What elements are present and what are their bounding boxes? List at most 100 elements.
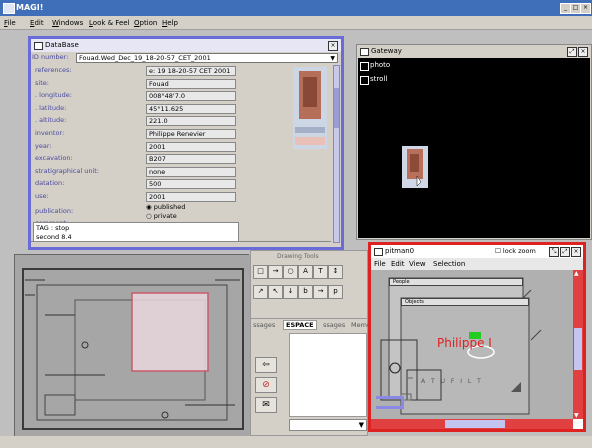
stroll-label: stroll [370,75,388,83]
menu-help[interactable]: Help [162,19,178,27]
pitman-title-bar[interactable]: pitman0 ☐ lock zoom ⤡ ⤢ × [371,245,583,258]
pitman-vscrollbar[interactable]: ▲ ▼ [573,270,583,419]
field-label: . latitude: [35,103,67,112]
tool-text-t-button[interactable]: T [313,265,328,279]
message-select[interactable]: ▼ [289,419,367,431]
stroll-checkbox[interactable] [360,76,369,85]
field-value-input[interactable]: Fouad [146,78,236,89]
menu-file[interactable]: File [4,19,16,27]
tool-down-button[interactable]: ↓ [283,285,298,299]
menubar: File Edit Windows Look & Feel Option Hel… [0,16,592,30]
arrow-down-icon[interactable]: ▼ [574,412,579,419]
field-value-input[interactable]: Philippe Renevier [146,129,236,139]
tool-diag-button[interactable]: ↗ [253,285,268,299]
database-scrollbar[interactable] [333,65,340,243]
field-row: excavation: B207 [31,154,291,165]
field-value-input[interactable]: none [146,166,236,177]
tool-vertical-button[interactable]: ↕ [328,265,343,279]
objects-label: Objects [405,299,424,305]
menu-option[interactable]: Option [134,19,157,27]
id-label: ID number: [32,53,69,61]
menu-edit[interactable]: Edit [30,19,44,27]
photo-checkbox[interactable] [360,62,369,71]
field-label: . longitude: [35,91,72,100]
pm-menu-view[interactable]: View [409,260,426,268]
tool-circle-button[interactable]: ○ [283,265,298,279]
id-select[interactable]: Fouad.Wed_Dec_19_18-20-57_CET_2001 ▼ [76,53,338,63]
published-label: published [153,203,186,211]
field-value-input[interactable]: 2001 [146,192,236,202]
tab-espace[interactable]: ESPACE [283,320,317,330]
pitman-title: pitman0 [385,247,415,255]
tool-text-a-button[interactable]: A [298,265,313,279]
overlay-name-text: Philippe I [437,336,492,350]
chevron-down-icon: ▼ [330,55,335,62]
close-icon[interactable]: × [578,47,588,57]
radio-published[interactable]: ◉ published [146,203,185,211]
tool-right-button[interactable]: → [313,285,328,299]
maximize-icon[interactable]: ⤢ [560,247,570,257]
field-row: use: 2001 [31,192,291,203]
messages-text-area[interactable] [289,333,367,417]
pitman-canvas[interactable]: People Objects Philippe I A T U F I L T [371,270,573,422]
menu-look-feel[interactable]: Look & Feel [89,19,130,27]
scrollbar-thumb[interactable] [334,88,339,128]
hscroll-thumb[interactable] [445,420,505,428]
pitman-hscrollbar[interactable] [371,419,573,429]
id-value: Fouad.Wed_Dec_19_18-20-57_CET_2001 [79,54,211,62]
close-icon[interactable]: × [328,41,338,51]
people-frame-title[interactable]: People [389,278,523,286]
artifact-thumbnail[interactable] [402,146,428,188]
database-title-bar[interactable]: DataBase × [31,39,341,52]
field-value-input[interactable]: 45°11.625 [146,103,236,114]
field-label: use: [35,192,49,200]
field-label: excavation: [35,154,73,163]
pm-menu-file[interactable]: File [374,260,386,268]
id-row: ID number: Fouad.Wed_Dec_19_18-20-57_CET… [31,53,341,64]
messages-panel: ssages ESPACE ssages Memo ⇦ ⊘ ✉ ▼ [250,318,371,436]
close-icon[interactable]: × [571,247,581,257]
field-value-input[interactable]: e: 19 18-20-57 CET 2001 [146,66,236,76]
message-delete-icon[interactable]: ⊘ [255,377,277,393]
field-label: datation: [35,179,65,188]
lock-zoom-checkbox[interactable]: ☐ lock zoom [495,247,536,255]
objects-frame-title[interactable]: Objects [401,298,529,306]
field-value-input[interactable]: 008°48'7.0 [146,91,236,102]
field-value-input[interactable]: B207 [146,154,236,165]
arrow-up-icon[interactable]: ▲ [574,270,579,277]
artifact-photo[interactable] [293,67,327,149]
menu-windows[interactable]: Windows [52,19,83,27]
close-button[interactable]: × [580,3,591,14]
pitman-window: pitman0 ☐ lock zoom ⤡ ⤢ × File Edit View… [368,242,586,432]
maximize-icon[interactable]: ⤢ [567,47,577,57]
field-value-input[interactable]: 2001 [146,141,236,152]
tool-arrow-button[interactable]: → [268,265,283,279]
field-value-input[interactable]: 221.0 [146,116,236,127]
drawing-tools-panel: □ → ○ A T ↕ ↗ ↖ ↓ b → p Drawing Tools [250,250,368,322]
field-label: year: [35,141,52,150]
lock-zoom-label: lock zoom [502,247,536,255]
message-left-icon[interactable]: ⇦ [255,357,277,373]
vscroll-thumb[interactable] [574,328,582,370]
gateway-view[interactable]: photo stroll [358,58,590,238]
scan-map-view[interactable] [14,254,250,437]
tab-messages-1[interactable]: ssages [253,321,275,329]
tool-diag2-button[interactable]: ↖ [268,285,283,299]
radio-private[interactable]: ○ private [146,212,177,220]
pm-menu-selection[interactable]: Selection [433,260,465,268]
horizontal-scrollbar[interactable] [31,241,331,247]
minimize-icon[interactable]: ⤡ [549,247,559,257]
publication-label: publication: [35,207,74,215]
field-row: datation: 500 [31,179,291,190]
tab-messages-2[interactable]: ssages [323,321,345,329]
message-send-icon[interactable]: ✉ [255,397,277,413]
tools-title: Drawing Tools [277,253,319,260]
pm-menu-edit[interactable]: Edit [391,260,405,268]
tool-rect-button[interactable]: □ [253,265,268,279]
tool-b-button[interactable]: b [298,285,313,299]
field-row: inventor: Philippe Renevier [31,129,291,140]
gateway-title-bar[interactable]: Gateway ⤢ × [357,45,591,58]
pitman-menubar: File Edit View Selection [371,258,583,270]
field-value-input[interactable]: 500 [146,179,236,190]
tool-p-button[interactable]: p [328,285,343,299]
